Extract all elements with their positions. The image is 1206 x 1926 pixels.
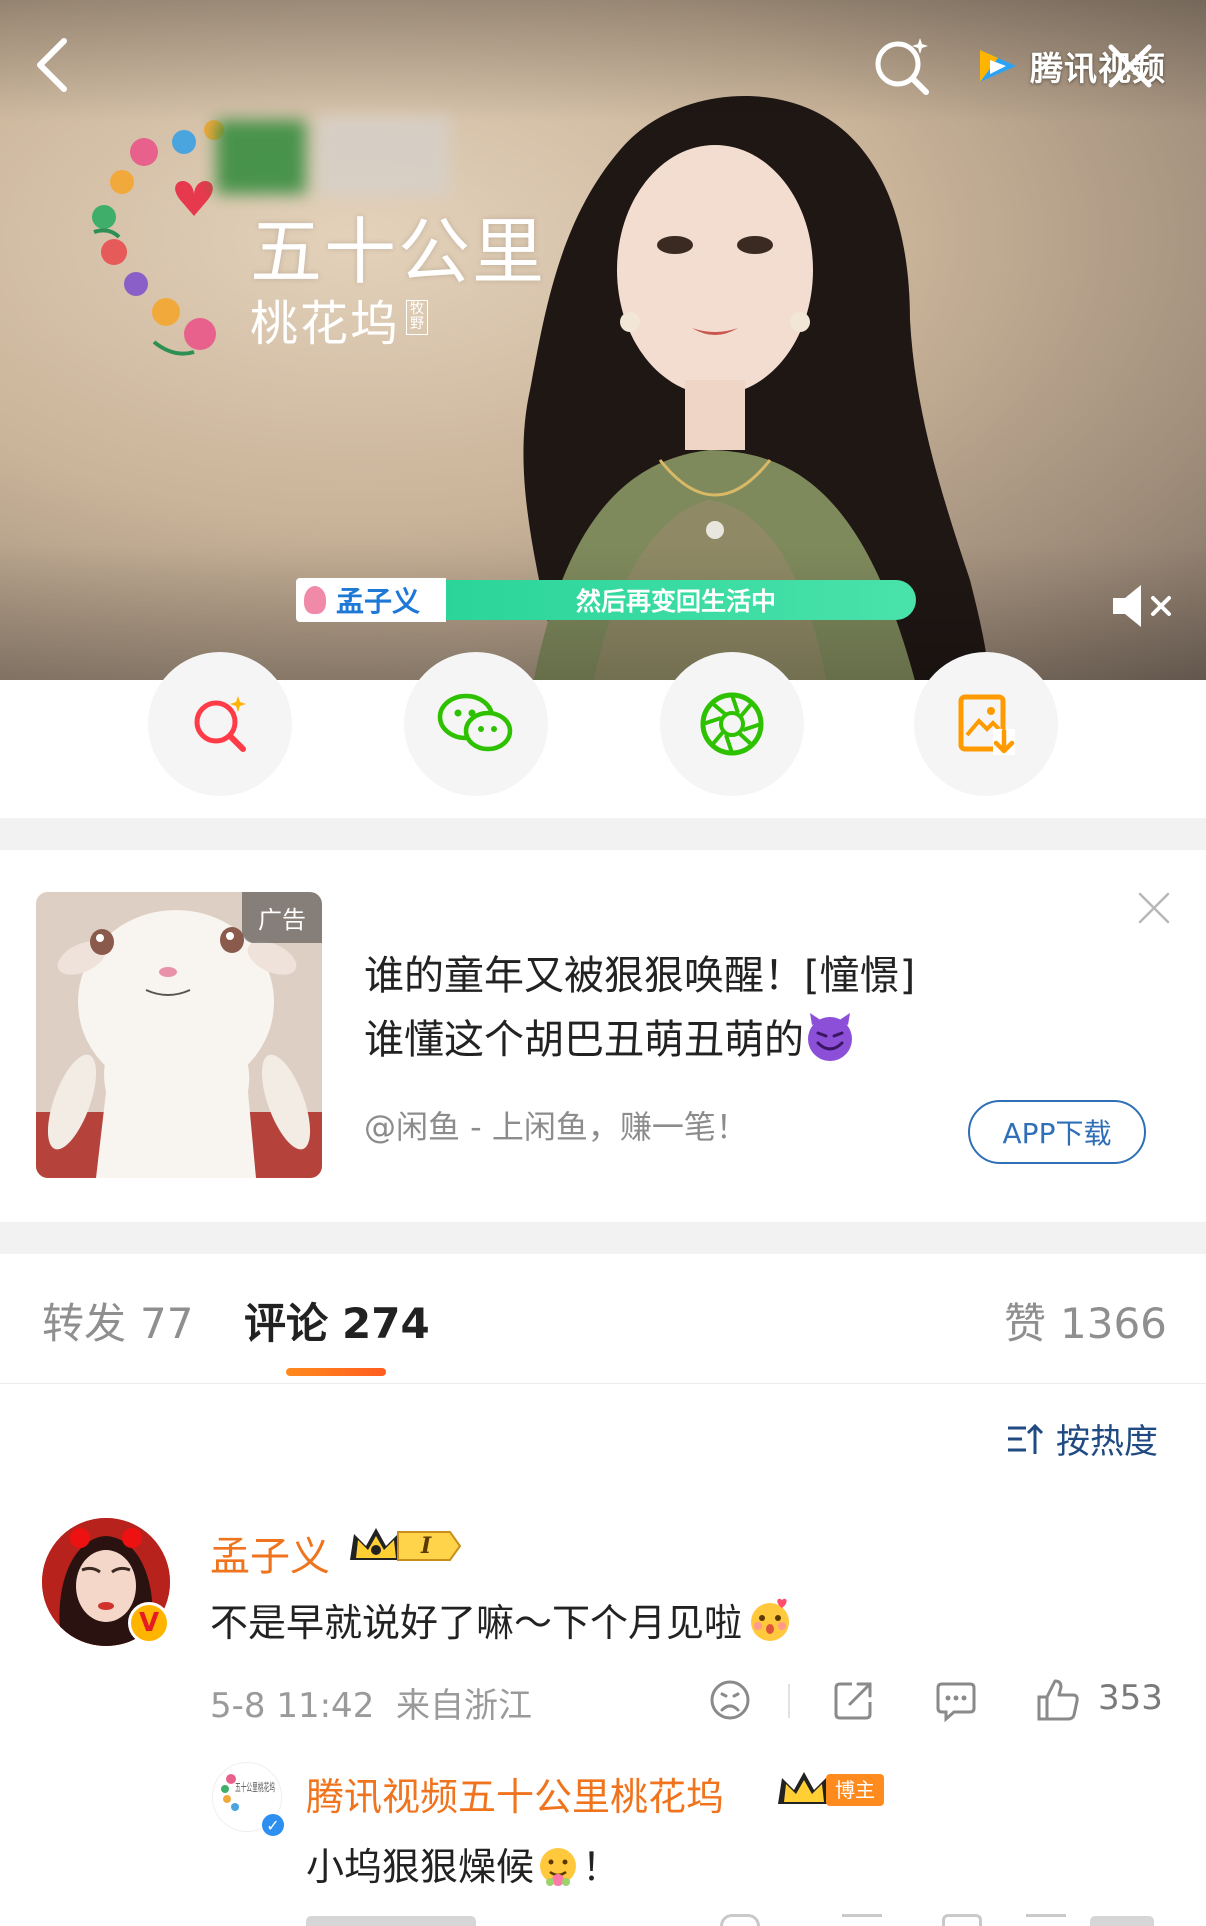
like-button[interactable] — [1028, 1670, 1088, 1730]
share-comment-button[interactable] — [824, 1670, 884, 1730]
save-image-icon — [958, 694, 1015, 755]
ad-title-line2: 谁懂这个胡巴丑萌丑萌的 — [364, 1017, 804, 1063]
share-search-button[interactable] — [148, 652, 292, 796]
blogger-crown-badge-icon: 博主 — [778, 1772, 884, 1806]
tab-reposts-label: 转发 — [42, 1299, 127, 1348]
show-subtitle: 桃花坞 牧野 — [250, 296, 429, 352]
back-button[interactable] — [22, 30, 82, 100]
comment-time: 5-8 11:42 — [210, 1686, 375, 1726]
smiling-devil-emoji-icon — [808, 1013, 852, 1061]
reply-meta-cutoff — [306, 1910, 1206, 1926]
section-divider — [0, 1222, 1206, 1254]
app-download-button[interactable]: APP下载 — [968, 1100, 1146, 1164]
ad-title-line1: 谁的童年又被狠狠唤醒！[憧憬] — [364, 953, 916, 999]
crown-fan-medal-icon: I — [350, 1528, 462, 1561]
verified-blue-badge-icon: ✓ — [260, 1812, 286, 1838]
reply-text: 小坞狠狠燥候 ！ — [306, 1836, 620, 1891]
search-icon — [875, 38, 929, 95]
ad-source[interactable]: @闲鱼 - 上闲鱼，赚一笔！ — [364, 1102, 748, 1148]
reply-text-suffix: ！ — [582, 1845, 621, 1889]
comment-text: 不是早就说好了嘛～下个月见啦 — [210, 1592, 794, 1647]
mute-toggle-button[interactable] — [1104, 578, 1184, 634]
ad-thumbnail[interactable]: 广告 — [36, 892, 322, 1178]
share-moments-button[interactable] — [660, 652, 804, 796]
save-image-button[interactable] — [914, 652, 1058, 796]
sad-face-icon — [710, 1680, 750, 1720]
tab-comments-label: 评论 — [244, 1299, 329, 1348]
blurred-sponsor-logo — [216, 108, 450, 204]
comment-item: V 孟子义 I 不是早就说好了嘛～下个月见啦 5-8 11:42 来自浙江 35… — [0, 1500, 1206, 1926]
tab-comments-count: 274 — [342, 1299, 430, 1348]
moments-icon — [700, 692, 764, 756]
sort-label: 按热度 — [1056, 1422, 1158, 1462]
comment-meta: 5-8 11:42 来自浙江 — [210, 1678, 532, 1727]
show-subtitle-tag: 牧野 — [406, 300, 429, 335]
close-icon — [1138, 892, 1170, 924]
wechat-icon — [437, 693, 513, 752]
tencent-video-logo-icon — [980, 50, 1016, 82]
share-icon — [834, 1682, 872, 1720]
search-button[interactable] — [866, 30, 938, 102]
video-player[interactable]: 五十公里 桃花坞 牧野 孟子义 然后再变回生活中 腾讯视频 — [0, 0, 1206, 680]
comment-actions: 353 — [700, 1670, 1170, 1730]
section-divider — [0, 818, 1206, 850]
ad-tag: 广告 — [242, 892, 322, 943]
tab-likes-label: 赞 — [1004, 1299, 1047, 1348]
tab-comments[interactable]: 评论 274 — [244, 1290, 430, 1351]
show-title: 五十公里 — [250, 210, 547, 294]
search-icon — [194, 696, 246, 752]
thumbs-up-icon — [1037, 1679, 1079, 1721]
ad-card[interactable]: 广告 谁的童年又被狠狠唤醒！[憧憬] 谁懂这个胡巴丑萌丑萌的 @闲鱼 - 上闲鱼… — [0, 850, 1206, 1222]
engagement-tabs: 转发 77 评论 274 赞 1366 — [0, 1254, 1206, 1384]
sort-by-hot-button[interactable]: 按热度 — [1006, 1414, 1158, 1463]
close-video-button[interactable] — [1100, 36, 1160, 96]
sort-icon — [1008, 1423, 1044, 1454]
react-button[interactable] — [700, 1670, 760, 1730]
video-caption: 孟子义 然后再变回生活中 — [296, 578, 917, 622]
muted-speaker-icon — [1113, 585, 1171, 627]
comment-bubble-icon — [936, 1682, 976, 1722]
caption-subtitle: 然后再变回生活中 — [446, 580, 917, 620]
cute-face-emoji-icon — [751, 1598, 790, 1641]
close-icon — [1108, 44, 1152, 88]
ad-title[interactable]: 谁的童年又被狠狠唤醒！[憧憬] 谁懂这个胡巴丑萌丑萌的 — [364, 944, 1124, 1072]
comment-text-body: 不是早就说好了嘛～下个月见啦 — [210, 1601, 743, 1645]
tab-reposts[interactable]: 转发 77 — [42, 1290, 193, 1351]
flower-face-emoji-icon — [540, 1848, 577, 1886]
ad-close-button[interactable] — [1136, 890, 1172, 926]
share-row — [0, 652, 1206, 818]
reply-text-body: 小坞狠狠燥候 — [306, 1845, 535, 1889]
action-divider — [788, 1684, 790, 1718]
reply-avatar-text: 五十公里桃花坞 — [235, 1780, 275, 1794]
comment-location: 来自浙江 — [395, 1686, 532, 1726]
ad-title-line2-wrap: 谁懂这个胡巴丑萌丑萌的 — [364, 1008, 1124, 1072]
chevron-left-icon — [37, 38, 67, 92]
tab-likes[interactable]: 赞 1366 — [1004, 1290, 1167, 1351]
reply-badge-text: 博主 — [835, 1778, 875, 1802]
comment-like-count: 353 — [1098, 1678, 1163, 1718]
active-tab-indicator — [286, 1368, 386, 1376]
reply-username[interactable]: 腾讯视频五十公里桃花坞 — [306, 1766, 724, 1821]
comment-username[interactable]: 孟子义 — [210, 1524, 330, 1582]
share-wechat-button[interactable] — [404, 652, 548, 796]
tab-reposts-count: 77 — [140, 1299, 194, 1348]
verified-v-badge-icon: V — [128, 1602, 170, 1644]
medal-level: I — [420, 1533, 432, 1559]
tab-likes-count: 1366 — [1060, 1299, 1167, 1348]
caption-speaker-name: 孟子义 — [296, 578, 447, 622]
reply-button[interactable] — [926, 1670, 986, 1730]
